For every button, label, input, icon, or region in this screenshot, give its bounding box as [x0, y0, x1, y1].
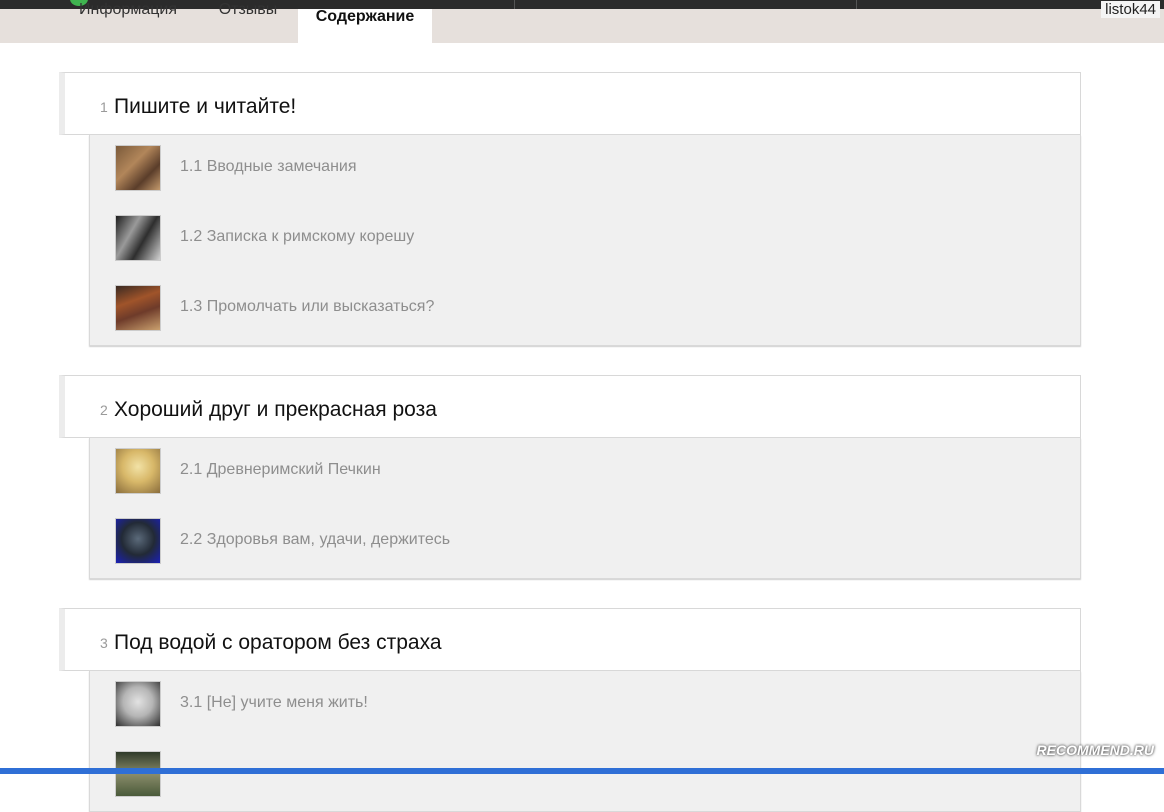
section-list: 3.1 [Не] учите меня жить! — [89, 671, 1081, 812]
section-list: 2.1 Древнеримский Печкин 2.2 Здоровья ва… — [89, 438, 1081, 579]
section-title: 2.1 Древнеримский Печкин — [180, 461, 381, 478]
section-title: 3.1 [Не] учите меня жить! — [180, 694, 368, 711]
section-item[interactable]: 1.3 Промолчать или высказаться? — [90, 275, 1080, 345]
section-title: 1.2 Записка к римскому корешу — [180, 228, 415, 245]
tab-contents[interactable]: Содержание — [298, 9, 432, 43]
section-thumbnail — [115, 751, 161, 797]
section-thumbnail — [115, 215, 161, 261]
chapter-number: 2 — [100, 402, 108, 418]
chapter-number: 3 — [100, 635, 108, 651]
chapter-title: Пишите и читайте! — [114, 95, 297, 118]
section-thumbnail — [115, 448, 161, 494]
section-thumbnail — [115, 681, 161, 727]
divider — [856, 0, 857, 9]
section-thumbnail — [115, 285, 161, 331]
section-item[interactable] — [90, 741, 1080, 811]
tab-contents-label: Содержание — [315, 8, 415, 25]
tabs-bar: Информация Отзывы Содержание — [0, 2, 1164, 43]
section-title: 2.2 Здоровья вам, удачи, держитесь — [180, 531, 451, 548]
chapter-header[interactable]: 2 Хороший друг и прекрасная роза — [59, 375, 1081, 438]
tab-reviews[interactable]: Отзывы — [206, 1, 290, 37]
taskbar-strip — [0, 768, 1164, 774]
chapter-header[interactable]: 1 Пишите и читайте! — [59, 72, 1081, 135]
tab-info-label: Информация — [79, 1, 177, 18]
tab-info[interactable]: Информация — [60, 1, 196, 37]
section-list: 1.1 Вводные замечания 1.2 Записка к римс… — [89, 135, 1081, 346]
section-item[interactable]: 3.1 [Не] учите меня жить! — [90, 671, 1080, 741]
section-thumbnail — [115, 518, 161, 564]
section-item[interactable]: 2.1 Древнеримский Печкин — [90, 438, 1080, 508]
divider — [514, 0, 515, 9]
chapter-2: 2 Хороший друг и прекрасная роза 2.1 Дре… — [59, 375, 1081, 579]
section-item[interactable]: 1.2 Записка к римскому корешу — [90, 205, 1080, 275]
section-item[interactable]: 2.2 Здоровья вам, удачи, держитесь — [90, 508, 1080, 578]
chapter-number: 1 — [100, 99, 108, 115]
section-title: 1.1 Вводные замечания — [180, 158, 357, 175]
watermark-logo: RECOMMEND.RU — [1036, 742, 1154, 758]
chapter-3: 3 Под водой с оратором без страха 3.1 [Н… — [59, 608, 1081, 812]
chapter-header[interactable]: 3 Под водой с оратором без страха — [59, 608, 1081, 671]
section-title: 1.3 Промолчать или высказаться? — [180, 298, 435, 315]
section-item[interactable]: 1.1 Вводные замечания — [90, 135, 1080, 205]
tab-reviews-label: Отзывы — [218, 1, 278, 18]
chapter-title: Хороший друг и прекрасная роза — [114, 398, 437, 421]
chapter-title: Под водой с оратором без страха — [114, 631, 442, 654]
chapter-1: 1 Пишите и читайте! 1.1 Вводные замечани… — [59, 72, 1081, 346]
username-label[interactable]: listok44 — [1101, 1, 1160, 18]
section-thumbnail — [115, 145, 161, 191]
